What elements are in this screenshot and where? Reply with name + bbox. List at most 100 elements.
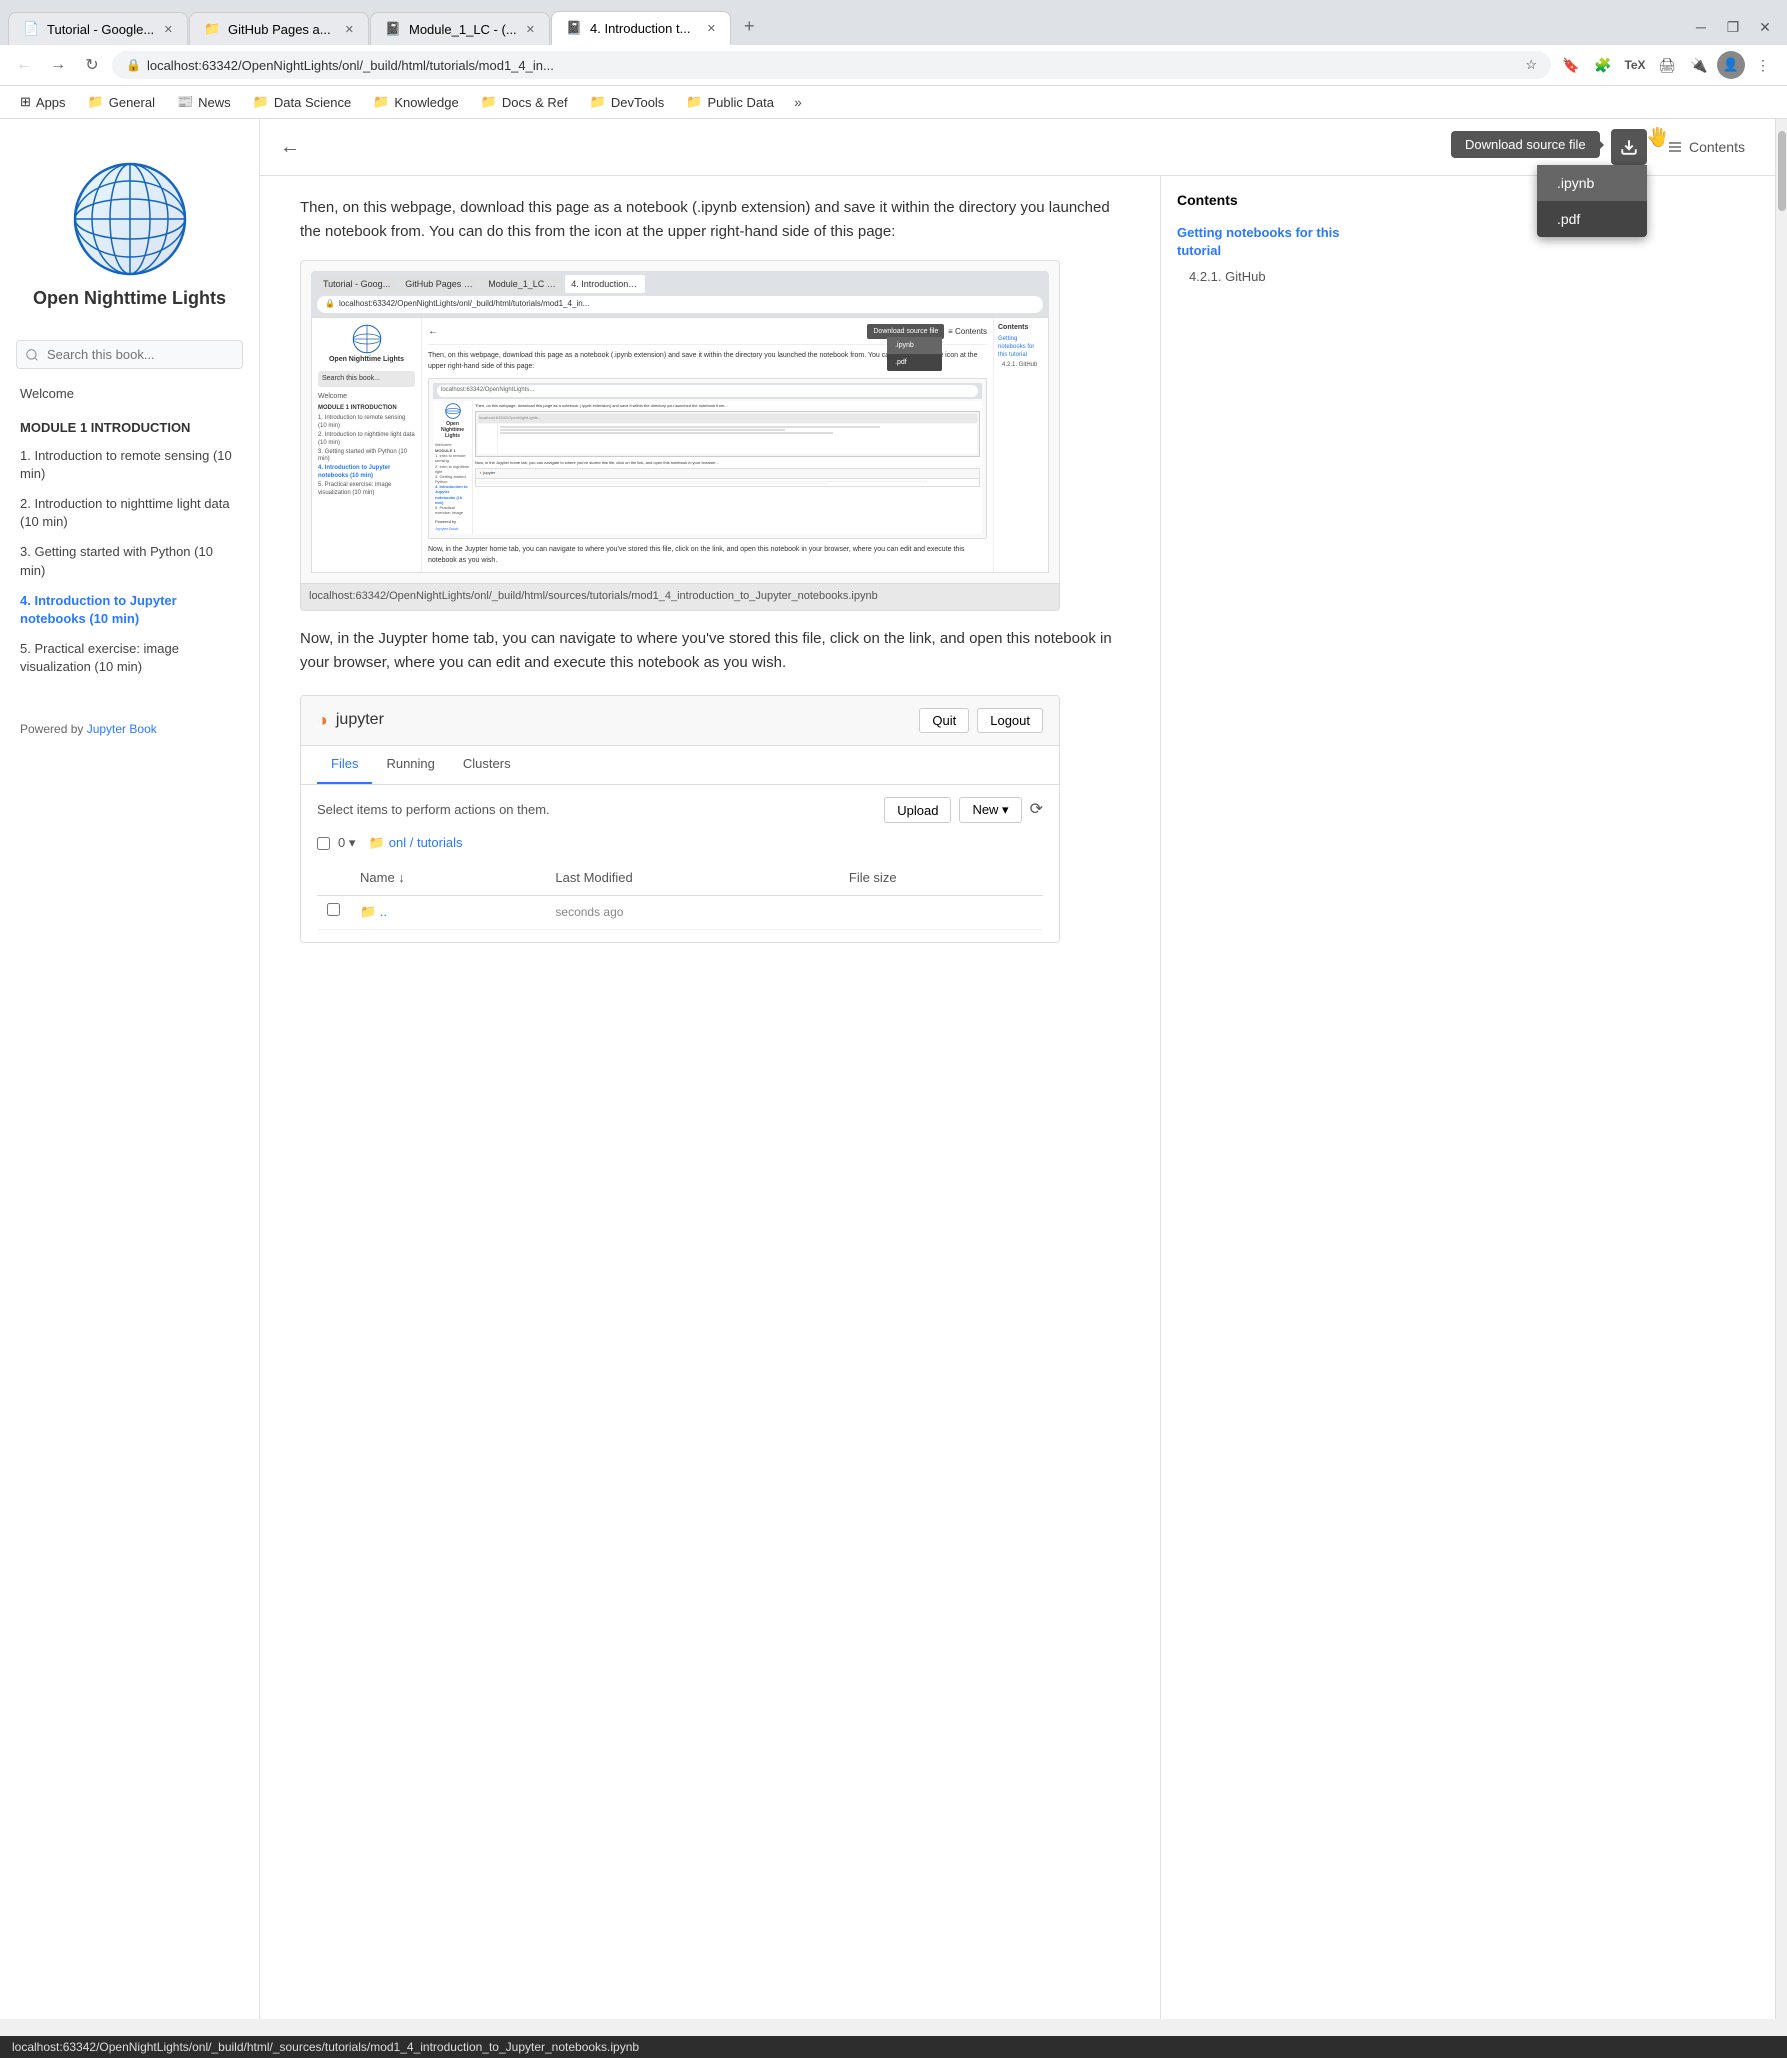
- bookmark-apps[interactable]: ⊞ Apps: [10, 90, 76, 114]
- download-button[interactable]: [1611, 129, 1647, 165]
- bookmark-public-data[interactable]: 📁 Public Data: [676, 90, 784, 114]
- tab-2-favicon: 📁: [204, 21, 220, 37]
- puzzle-icon[interactable]: 🔌: [1685, 51, 1713, 79]
- nested-jupyter-content: [476, 479, 979, 486]
- scrollbar-track[interactable]: [1775, 119, 1787, 2019]
- contents-toggle[interactable]: Contents: [1657, 133, 1755, 161]
- mini-contents-item-1: Getting notebooks for this tutorial: [998, 336, 1044, 359]
- mini-logo-text: Open Nighttime Lights: [329, 354, 404, 365]
- jupyter-size-col-header[interactable]: File size: [839, 862, 1043, 895]
- download-pdf-option[interactable]: .pdf: [1537, 201, 1647, 237]
- jupyter-name-col-header[interactable]: Name ↓: [350, 862, 545, 895]
- sidebar-item-2[interactable]: 2. Introduction to nighttime light data …: [0, 489, 259, 537]
- forward-button[interactable]: →: [44, 51, 72, 79]
- jupyter-book-link[interactable]: Jupyter Book: [87, 722, 157, 736]
- nested-logo-text: Open Nighttime Lights: [435, 421, 470, 439]
- jupyter-actions: Quit Logout: [919, 708, 1043, 733]
- nested-jupyter-title: jupyter: [483, 470, 495, 476]
- print-icon[interactable]: 🖨: [1653, 51, 1681, 79]
- bookmark-knowledge[interactable]: 📁 Knowledge: [363, 90, 469, 114]
- jupyter-refresh-button[interactable]: ⟳: [1030, 797, 1043, 823]
- download-icon: [1620, 138, 1638, 156]
- bookmark-news[interactable]: 📰 News: [167, 90, 241, 114]
- tab-1-close[interactable]: ✕: [164, 23, 173, 36]
- tab-4[interactable]: 📓 4. Introduction t... ✕: [551, 11, 731, 45]
- sidebar: Open Nighttime Lights Welcome MODULE 1 I…: [0, 119, 260, 2019]
- jupyter-row-checkbox[interactable]: [327, 903, 340, 916]
- bookmark-icon[interactable]: 🔖: [1557, 51, 1585, 79]
- tab-3-close[interactable]: ✕: [526, 23, 535, 36]
- mini-search-box: Search this book...: [318, 371, 415, 386]
- restore-button[interactable]: ❐: [1719, 13, 1747, 41]
- bookmark-data-science[interactable]: 📁 Data Science: [243, 90, 362, 114]
- reload-button[interactable]: ↻: [78, 51, 106, 79]
- star-icon[interactable]: ☆: [1525, 57, 1537, 73]
- bookmark-public-data-label: Public Data: [708, 95, 774, 110]
- sidebar-item-4[interactable]: 4. Introduction to Jupyter notebooks (10…: [0, 586, 259, 634]
- bookmark-devtools[interactable]: 📁 DevTools: [580, 90, 675, 114]
- user-avatar[interactable]: 👤: [1717, 51, 1745, 79]
- more-menu-button[interactable]: ⋮: [1749, 51, 1777, 79]
- jupyter-select-all-checkbox[interactable]: [317, 837, 330, 850]
- tex-icon[interactable]: TeX: [1621, 51, 1649, 79]
- content-paragraph-1: Then, on this webpage, download this pag…: [300, 196, 1120, 244]
- status-bar-url: localhost:63342/OpenNightLights/onl/_bui…: [12, 2040, 639, 2054]
- apps-icon: ⊞: [20, 94, 31, 110]
- jupyter-upload-button[interactable]: Upload: [884, 797, 951, 823]
- mini-nav-1: 1. Introduction to remote sensing (10 mi…: [318, 415, 415, 431]
- jupyter-toolbar: Select items to perform actions on them.…: [317, 797, 1043, 823]
- jupyter-breadcrumb-link[interactable]: onl / tutorials: [389, 835, 463, 850]
- download-ipynb-option[interactable]: .ipynb: [1537, 165, 1647, 201]
- tab-4-close[interactable]: ✕: [707, 22, 716, 35]
- sidebar-item-3[interactable]: 3. Getting started with Python (10 min): [0, 537, 259, 585]
- mini-toolbar: ← ⛶ ⬇ Download source file .ipynb: [428, 324, 987, 345]
- back-arrow-button[interactable]: ←: [280, 136, 300, 159]
- minimize-button[interactable]: ─: [1687, 13, 1715, 41]
- close-window-button[interactable]: ✕: [1751, 13, 1779, 41]
- jupyter-row-modified: seconds ago: [545, 895, 838, 929]
- tab-2[interactable]: 📁 GitHub Pages a... ✕: [189, 12, 369, 45]
- skeleton-line-2: [500, 429, 785, 431]
- bookmark-general[interactable]: 📁 General: [78, 90, 165, 114]
- mini-main-content: ← ⛶ ⬇ Download source file .ipynb: [422, 318, 993, 572]
- bookmark-docs-ref[interactable]: 📁 Docs & Ref: [471, 90, 578, 114]
- jupyter-logout-button[interactable]: Logout: [977, 708, 1043, 733]
- tab-3[interactable]: 📓 Module_1_LC - (... ✕: [370, 12, 550, 45]
- jupyter-row-name[interactable]: 📁 ..: [350, 895, 545, 929]
- nested-nested-bar: localhost:63342/OpenNightLights...: [478, 414, 977, 422]
- contents-panel-title: Contents: [1177, 192, 1364, 208]
- docs-folder-icon: 📁: [481, 94, 497, 110]
- sidebar-item-1[interactable]: 1. Introduction to remote sensing (10 mi…: [0, 441, 259, 489]
- search-input[interactable]: [16, 340, 243, 369]
- bookmarks-more-button[interactable]: »: [786, 90, 810, 114]
- sidebar-welcome[interactable]: Welcome: [0, 379, 259, 409]
- address-bar[interactable]: 🔒 localhost:63342/OpenNightLights/onl/_b…: [112, 51, 1551, 79]
- jupyter-tab-files[interactable]: Files: [317, 746, 372, 785]
- jupyter-tab-clusters[interactable]: Clusters: [449, 746, 525, 785]
- jupyter-modified-col-header[interactable]: Last Modified: [545, 862, 838, 895]
- main-area: ← Download source file: [260, 119, 1775, 2019]
- mini-sidebar: Open Nighttime Lights Search this book..…: [312, 318, 422, 572]
- nested-content: Then, on this webpage, download this pag…: [473, 401, 982, 534]
- skeleton-line-1: [500, 426, 880, 428]
- back-button[interactable]: ←: [10, 51, 38, 79]
- scrollbar-thumb[interactable]: [1778, 131, 1786, 211]
- mini-lock-icon: 🔒: [325, 298, 335, 311]
- jupyter-quit-button[interactable]: Quit: [919, 708, 969, 733]
- nested-nav-1: Welcome: [435, 442, 470, 447]
- contents-item-2[interactable]: 4.2.1. GitHub: [1177, 264, 1364, 290]
- bookmark-general-label: General: [109, 95, 155, 110]
- tab-2-close[interactable]: ✕: [345, 23, 354, 36]
- contents-item-1[interactable]: Getting notebooks for this tutorial: [1177, 220, 1364, 264]
- nested-item-4-active: 4. Introduction to Jupyter notebooks (10…: [435, 484, 470, 505]
- jupyter-tab-running[interactable]: Running: [372, 746, 448, 785]
- table-row: 📁 .. seconds ago: [317, 895, 1043, 929]
- new-tab-button[interactable]: +: [732, 8, 767, 45]
- jupyter-sort-controls: 0 ▾: [338, 833, 363, 854]
- extension-icon[interactable]: 🧩: [1589, 51, 1617, 79]
- browser-window: 📄 Tutorial - Google... ✕ 📁 GitHub Pages …: [0, 0, 1787, 119]
- jupyter-new-button[interactable]: New ▾: [959, 797, 1021, 823]
- sidebar-item-5[interactable]: 5. Practical exercise: image visualizati…: [0, 634, 259, 682]
- tab-1[interactable]: 📄 Tutorial - Google... ✕: [8, 12, 188, 45]
- screenshot-inner: Tutorial - Goog... GitHub Pages a... Mod…: [301, 261, 1059, 583]
